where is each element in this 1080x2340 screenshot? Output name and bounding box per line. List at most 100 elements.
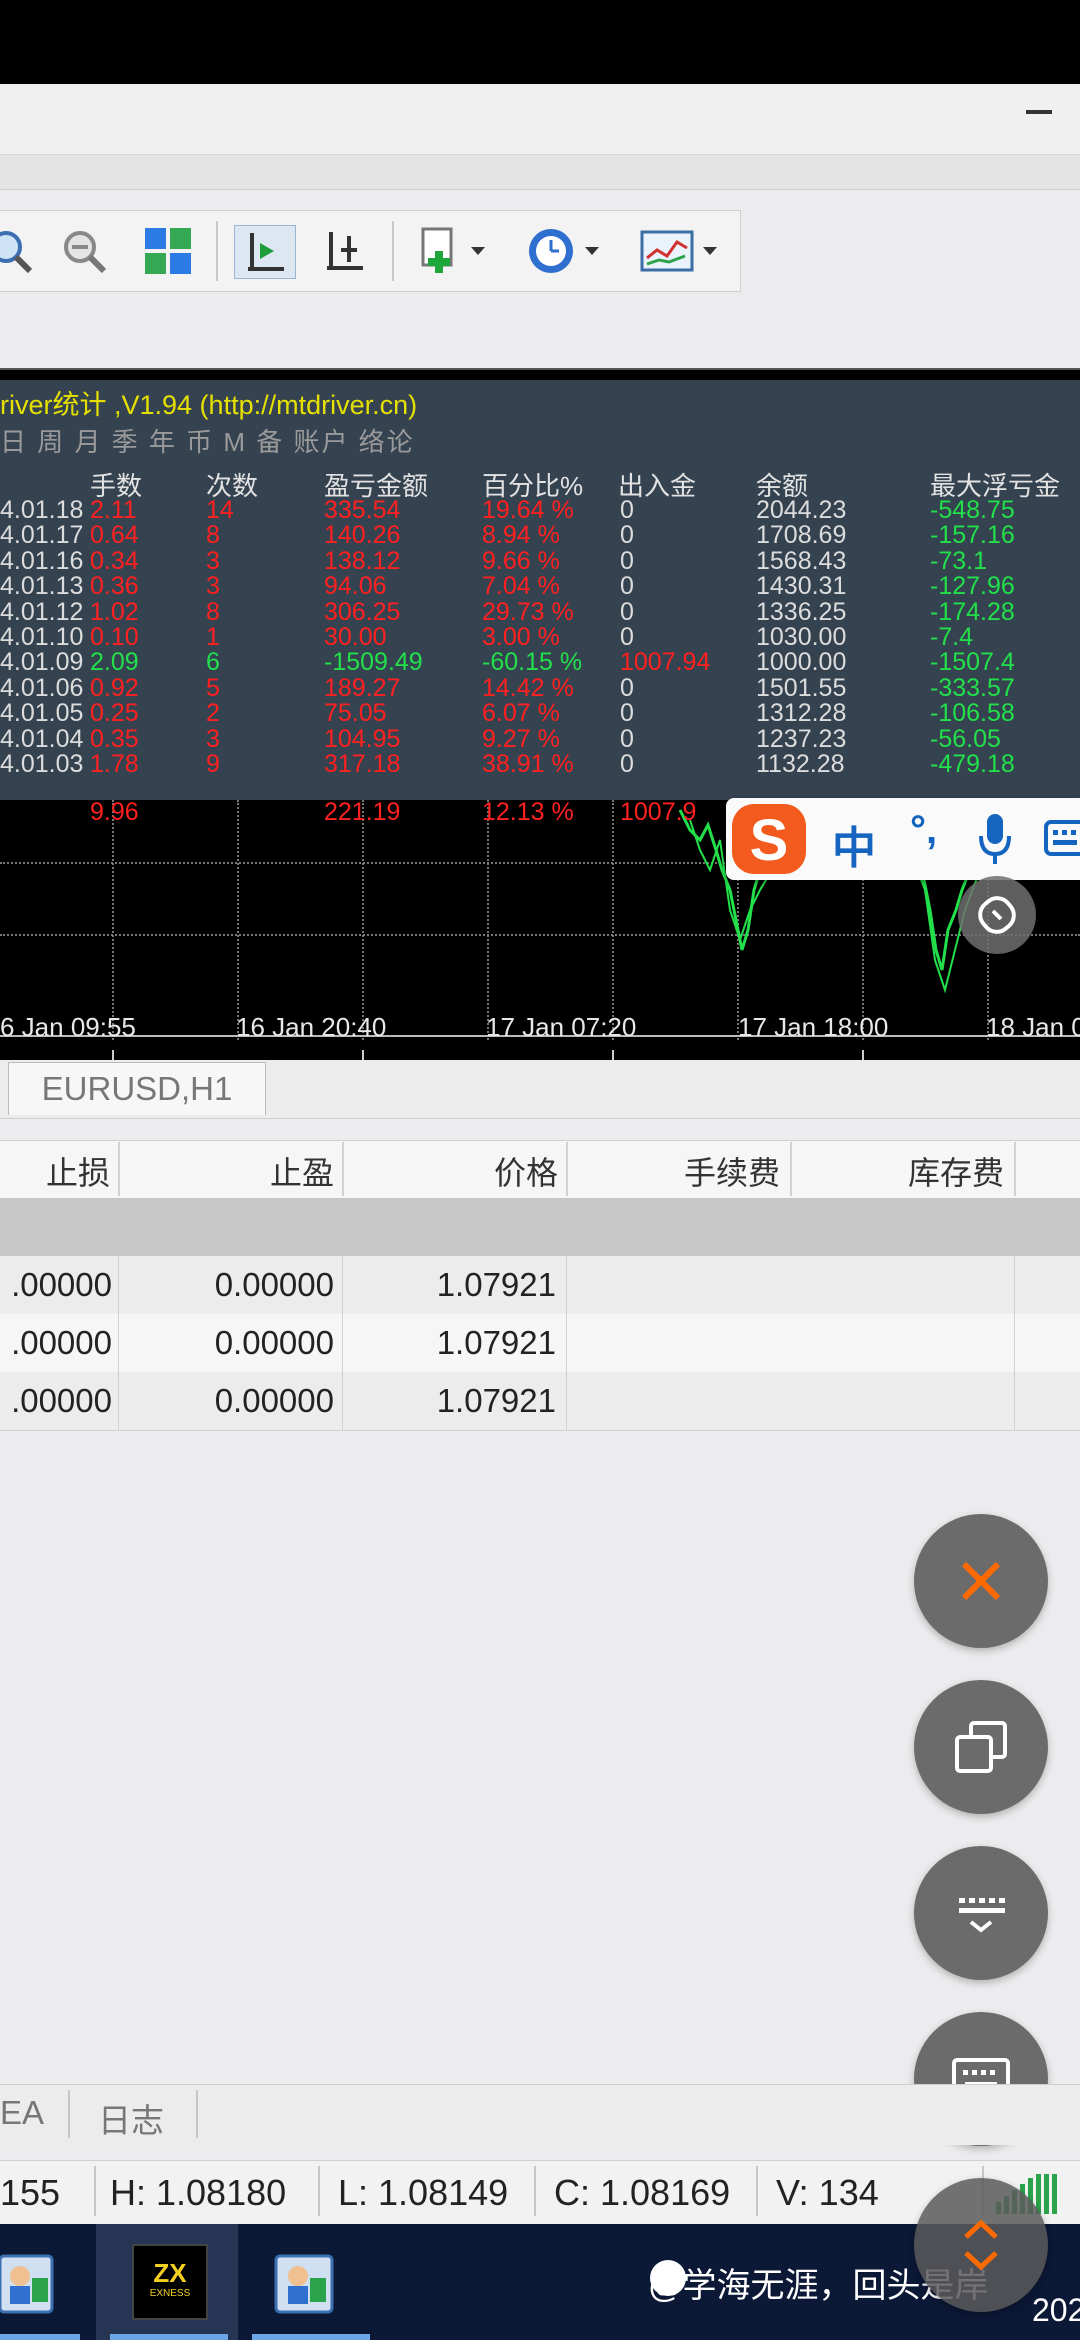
stat-cell-pnl: 306.25	[324, 597, 401, 626]
table-row[interactable]: .00000 0.00000 1.07921	[0, 1372, 1080, 1431]
svg-text:S: S	[750, 808, 789, 873]
stat-cell-maxdd: -1507.4	[930, 648, 1015, 677]
stat-cell-pnl: 104.95	[324, 724, 401, 753]
stat-cell-lots: 2.09	[90, 648, 139, 677]
trade-group-row[interactable]	[0, 1198, 1080, 1256]
stat-cell-io: 0	[620, 623, 634, 651]
header-price[interactable]: 价格	[350, 1148, 558, 1194]
status-high: H: 1.08180	[110, 2172, 287, 2213]
indicator-menu[interactable]: 日 周 月 季 年 币 M 备 账户 络论	[0, 422, 415, 459]
scroll-top-float-button[interactable]	[914, 2178, 1048, 2312]
microphone-icon[interactable]	[975, 812, 1015, 873]
minimize-icon[interactable]	[1026, 110, 1052, 114]
stat-cell-balance: 1000.00	[756, 648, 847, 677]
stat-cell-pct: 3.00 %	[482, 623, 560, 651]
svg-text:ZX: ZX	[153, 2258, 187, 2288]
stat-cell-io: 0	[620, 521, 634, 550]
toolbar	[0, 210, 741, 292]
stat-cell-pnl: 138.12	[324, 546, 401, 575]
total-percent: 12.13 %	[482, 798, 574, 826]
stat-cell-date: 4.01.18	[0, 496, 84, 524]
stat-cell-pct: 14.42 %	[482, 673, 574, 702]
stat-cell-count: 5	[206, 673, 220, 702]
tab-journal[interactable]: 日志	[98, 2094, 164, 2142]
stop-loss-value: .00000	[11, 1266, 112, 1303]
tab-eurusd-h1[interactable]: EURUSD,H1	[8, 1062, 266, 1115]
stat-cell-pct: -60.15 %	[482, 648, 583, 677]
header-take-profit[interactable]: 止盈	[130, 1148, 334, 1194]
stat-cell-pnl: 140.26	[324, 521, 401, 550]
stat-cell-lots: 1.02	[90, 597, 139, 626]
stat-cell-balance: 1132.28	[756, 750, 845, 778]
time-label: 6 Jan 09:55	[0, 1012, 136, 1042]
mt4-app-icon-2[interactable]	[272, 2248, 342, 2318]
keyboard-hide-float-button[interactable]	[914, 1846, 1048, 1980]
take-profit-value: 0.00000	[214, 1324, 334, 1361]
price-value: 1.07921	[436, 1324, 556, 1361]
stat-cell-pnl: 75.05	[324, 699, 387, 728]
stat-cell-balance: 2044.23	[756, 496, 847, 524]
tab-ea[interactable]: EA	[0, 2094, 44, 2132]
stat-cell-date: 4.01.17	[0, 521, 84, 550]
total-lots: 9.96	[90, 798, 139, 826]
stat-cell-lots: 0.36	[90, 572, 139, 601]
stat-cell-pnl: 317.18	[324, 750, 401, 778]
chart-shift-icon[interactable]	[234, 225, 296, 279]
stat-cell-date: 4.01.05	[0, 699, 84, 728]
copy-float-button[interactable]	[914, 1680, 1048, 1814]
stat-cell-count: 3	[206, 572, 220, 601]
header-stop-loss[interactable]: 止损	[0, 1148, 110, 1194]
tile-windows-icon[interactable]	[140, 225, 196, 277]
indicators-dropdown-icon[interactable]	[408, 225, 494, 277]
indicator-title: river统计 ,V1.94 (http://mtdriver.cn)	[0, 390, 418, 420]
stat-cell-lots: 0.92	[90, 673, 139, 702]
stat-cell-lots: 0.35	[90, 724, 139, 753]
header-swap[interactable]: 库存费	[798, 1148, 1004, 1194]
stat-cell-date: 4.01.12	[0, 597, 84, 626]
stat-cell-maxdd: -479.18	[930, 750, 1015, 778]
chart-control-icon[interactable]	[958, 876, 1036, 954]
close-float-button[interactable]	[914, 1514, 1048, 1648]
stat-cell-count: 3	[206, 546, 220, 575]
copy-icon	[955, 1721, 1007, 1773]
stat-cell-date: 4.01.09	[0, 648, 84, 677]
stat-cell-date: 4.01.04	[0, 724, 84, 753]
timeframe-clock-icon[interactable]	[516, 225, 608, 277]
stat-cell-io: 0	[620, 699, 634, 728]
table-row[interactable]: .00000 0.00000 1.07921	[0, 1256, 1080, 1315]
stat-cell-pct: 7.04 %	[482, 572, 560, 601]
stat-cell-pnl: 30.00	[324, 623, 387, 651]
stat-cell-pnl: 94.06	[324, 572, 387, 601]
stat-cell-count: 9	[206, 750, 220, 778]
header-commission[interactable]: 手续费	[574, 1148, 780, 1194]
stat-cell-io: 0	[620, 496, 634, 524]
stat-cell-maxdd: -7.4	[930, 623, 974, 651]
stat-cell-count: 8	[206, 521, 220, 550]
take-profit-value: 0.00000	[214, 1382, 334, 1419]
stat-cell-maxdd: -174.28	[930, 597, 1015, 626]
stat-cell-pct: 19.64 %	[482, 496, 574, 524]
table-row[interactable]: .00000 0.00000 1.07921	[0, 1314, 1080, 1373]
stat-cell-lots: 0.34	[90, 546, 139, 575]
ime-punctuation[interactable]: °,	[910, 808, 937, 853]
time-label: 17 Jan 07:20	[486, 1012, 637, 1042]
ime-chinese-mode[interactable]: 中	[832, 812, 876, 876]
templates-chart-icon[interactable]	[630, 225, 726, 277]
mt4-app-icon[interactable]	[0, 2248, 62, 2318]
auto-scroll-icon[interactable]	[314, 225, 374, 277]
exness-app-icon[interactable]: ZX EXNESS	[132, 2244, 208, 2320]
stat-cell-date: 4.01.13	[0, 572, 84, 601]
time-label: 18 Jan 0	[986, 1012, 1080, 1042]
stat-cell-lots: 1.78	[90, 750, 139, 778]
stat-cell-date: 4.01.10	[0, 623, 84, 651]
sogou-logo-icon[interactable]: S	[728, 800, 810, 878]
zoom-in-icon[interactable]	[0, 225, 40, 277]
stop-loss-value: .00000	[11, 1382, 112, 1419]
stat-cell-balance: 1430.31	[756, 572, 847, 601]
stat-cell-lots: 0.64	[90, 521, 139, 550]
clock-year: 202	[1032, 2292, 1080, 2328]
zoom-out-icon[interactable]	[58, 225, 114, 277]
chevron-up-icon	[964, 2219, 998, 2271]
stat-cell-pct: 8.94 %	[482, 521, 560, 550]
ime-keyboard-icon[interactable]	[1044, 818, 1080, 863]
